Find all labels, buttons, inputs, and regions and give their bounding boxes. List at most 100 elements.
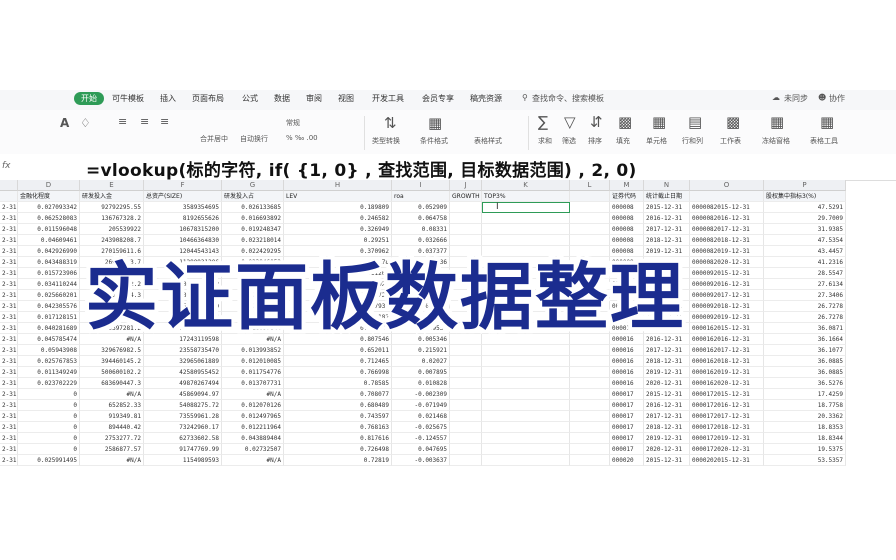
- tab-page-layout[interactable]: 页面布局: [192, 93, 224, 104]
- table-cell[interactable]: 29.7009: [764, 213, 846, 224]
- table-cell[interactable]: 2-31: [0, 400, 18, 411]
- table-cell[interactable]: 2020-12-31: [644, 444, 690, 455]
- table-cell[interactable]: 0.72819: [284, 455, 392, 466]
- column-header[interactable]: [0, 180, 18, 191]
- table-cell[interactable]: 18.8344: [764, 433, 846, 444]
- align-left-icon[interactable]: ≡: [118, 115, 127, 128]
- table-cell[interactable]: [570, 444, 610, 455]
- table-cell[interactable]: 2018-12-31: [644, 422, 690, 433]
- table-cell[interactable]: [570, 202, 610, 213]
- table-cell[interactable]: 0.326949: [284, 224, 392, 235]
- table-cell[interactable]: 0.02027: [392, 356, 450, 367]
- table-cell[interactable]: [570, 367, 610, 378]
- table-cell[interactable]: [482, 422, 570, 433]
- table-cell[interactable]: 2-31: [0, 345, 18, 356]
- table-cell[interactable]: 0.025991495: [18, 455, 80, 466]
- table-cell[interactable]: 0.011596048: [18, 224, 80, 235]
- sort-button[interactable]: 排序: [588, 136, 602, 146]
- table-cell[interactable]: 45869094.97: [144, 389, 222, 400]
- table-cell[interactable]: -0.025675: [392, 422, 450, 433]
- table-cell[interactable]: 0000092015-12-31: [690, 268, 764, 279]
- table-cell[interactable]: 0.78585: [284, 378, 392, 389]
- freeze-panes-icon[interactable]: ▦: [770, 113, 784, 131]
- table-cell[interactable]: 000016: [610, 356, 644, 367]
- tab-resources[interactable]: 稿壳资源: [470, 93, 502, 104]
- table-cell[interactable]: 000008: [610, 213, 644, 224]
- table-cell[interactable]: 0.013707731: [222, 378, 284, 389]
- table-cell[interactable]: 0000092017-12-31: [690, 290, 764, 301]
- table-cell[interactable]: 0: [18, 444, 80, 455]
- table-cell[interactable]: 42580955452: [144, 367, 222, 378]
- table-cell[interactable]: 43.4457: [764, 246, 846, 257]
- merge-center-button[interactable]: 合并居中: [200, 134, 228, 144]
- table-cell[interactable]: 0.045785474: [18, 334, 80, 345]
- table-cell[interactable]: 2753277.72: [80, 433, 144, 444]
- table-cell[interactable]: 2586877.57: [80, 444, 144, 455]
- table-cell[interactable]: 27.3406: [764, 290, 846, 301]
- table-cell[interactable]: #N/A: [222, 455, 284, 466]
- tab-insert[interactable]: 插入: [160, 93, 176, 104]
- table-cell[interactable]: 0000092018-12-31: [690, 301, 764, 312]
- table-cell[interactable]: 000017: [610, 400, 644, 411]
- table-cell[interactable]: 0.043889404: [222, 433, 284, 444]
- table-cell[interactable]: 0.708077: [284, 389, 392, 400]
- table-cell[interactable]: [570, 422, 610, 433]
- table-cell[interactable]: 31.9385: [764, 224, 846, 235]
- table-cell[interactable]: 36.0885: [764, 367, 846, 378]
- table-cell[interactable]: 919349.81: [80, 411, 144, 422]
- tab-review[interactable]: 审阅: [306, 93, 322, 104]
- table-cell[interactable]: 2-31: [0, 411, 18, 422]
- table-cell[interactable]: [570, 389, 610, 400]
- table-cell[interactable]: [570, 400, 610, 411]
- table-cell[interactable]: 0.015723906: [18, 268, 80, 279]
- column-header[interactable]: J: [450, 180, 482, 191]
- header-cell[interactable]: LEV: [284, 191, 392, 202]
- table-cell[interactable]: 0.680489: [284, 400, 392, 411]
- table-cell[interactable]: [570, 433, 610, 444]
- column-header[interactable]: H: [284, 180, 392, 191]
- table-cell[interactable]: 3589354695: [144, 202, 222, 213]
- table-cell[interactable]: 2-31: [0, 334, 18, 345]
- table-cell[interactable]: 2-31: [0, 312, 18, 323]
- table-cell[interactable]: 2-31: [0, 422, 18, 433]
- table-cell[interactable]: 0: [18, 411, 80, 422]
- header-cell[interactable]: TOP3%: [482, 191, 570, 202]
- table-cell[interactable]: 18.7758: [764, 400, 846, 411]
- tab-view[interactable]: 视图: [338, 93, 354, 104]
- table-cell[interactable]: 0.011349249: [18, 367, 80, 378]
- table-cell[interactable]: [450, 213, 482, 224]
- table-cell[interactable]: 329676982.5: [80, 345, 144, 356]
- formula-text[interactable]: =vlookup(标的字符, if( {1, 0} , 查找范围, 目标数据范围…: [86, 156, 637, 181]
- table-cell[interactable]: 000016: [610, 378, 644, 389]
- table-cell[interactable]: 41.2316: [764, 257, 846, 268]
- fill-icon[interactable]: ▩: [618, 113, 632, 131]
- table-cell[interactable]: [450, 411, 482, 422]
- table-cell[interactable]: 0.010828: [392, 378, 450, 389]
- column-header[interactable]: M: [610, 180, 644, 191]
- table-cell[interactable]: 0000202015-12-31: [690, 455, 764, 466]
- table-cell[interactable]: 0.047695: [392, 444, 450, 455]
- header-cell[interactable]: 股权集中指标3(%): [764, 191, 846, 202]
- fill-color-icon[interactable]: ♢: [80, 116, 91, 130]
- header-cell[interactable]: 统计截止日期: [644, 191, 690, 202]
- table-cell[interactable]: 36.5276: [764, 378, 846, 389]
- table-cell[interactable]: [482, 213, 570, 224]
- conditional-format-button[interactable]: 条件格式: [420, 136, 448, 146]
- table-cell[interactable]: 0.012070126: [222, 400, 284, 411]
- table-cell[interactable]: 0.042305576: [18, 301, 80, 312]
- fx-icon[interactable]: fx: [2, 161, 11, 171]
- table-cell[interactable]: 000017: [610, 389, 644, 400]
- column-header[interactable]: P: [764, 180, 846, 191]
- table-cell[interactable]: #N/A: [80, 455, 144, 466]
- table-cell[interactable]: 47.5291: [764, 202, 846, 213]
- table-cell[interactable]: [570, 213, 610, 224]
- table-cell[interactable]: 0.052909: [392, 202, 450, 213]
- table-cell[interactable]: 0.726498: [284, 444, 392, 455]
- table-cell[interactable]: 0.189809: [284, 202, 392, 213]
- table-cell[interactable]: [450, 356, 482, 367]
- font-color-icon[interactable]: A: [60, 116, 69, 130]
- table-cell[interactable]: 0.023702229: [18, 378, 80, 389]
- tab-home[interactable]: 开始: [74, 92, 104, 105]
- table-cell[interactable]: [450, 433, 482, 444]
- table-cell[interactable]: 2-31: [0, 301, 18, 312]
